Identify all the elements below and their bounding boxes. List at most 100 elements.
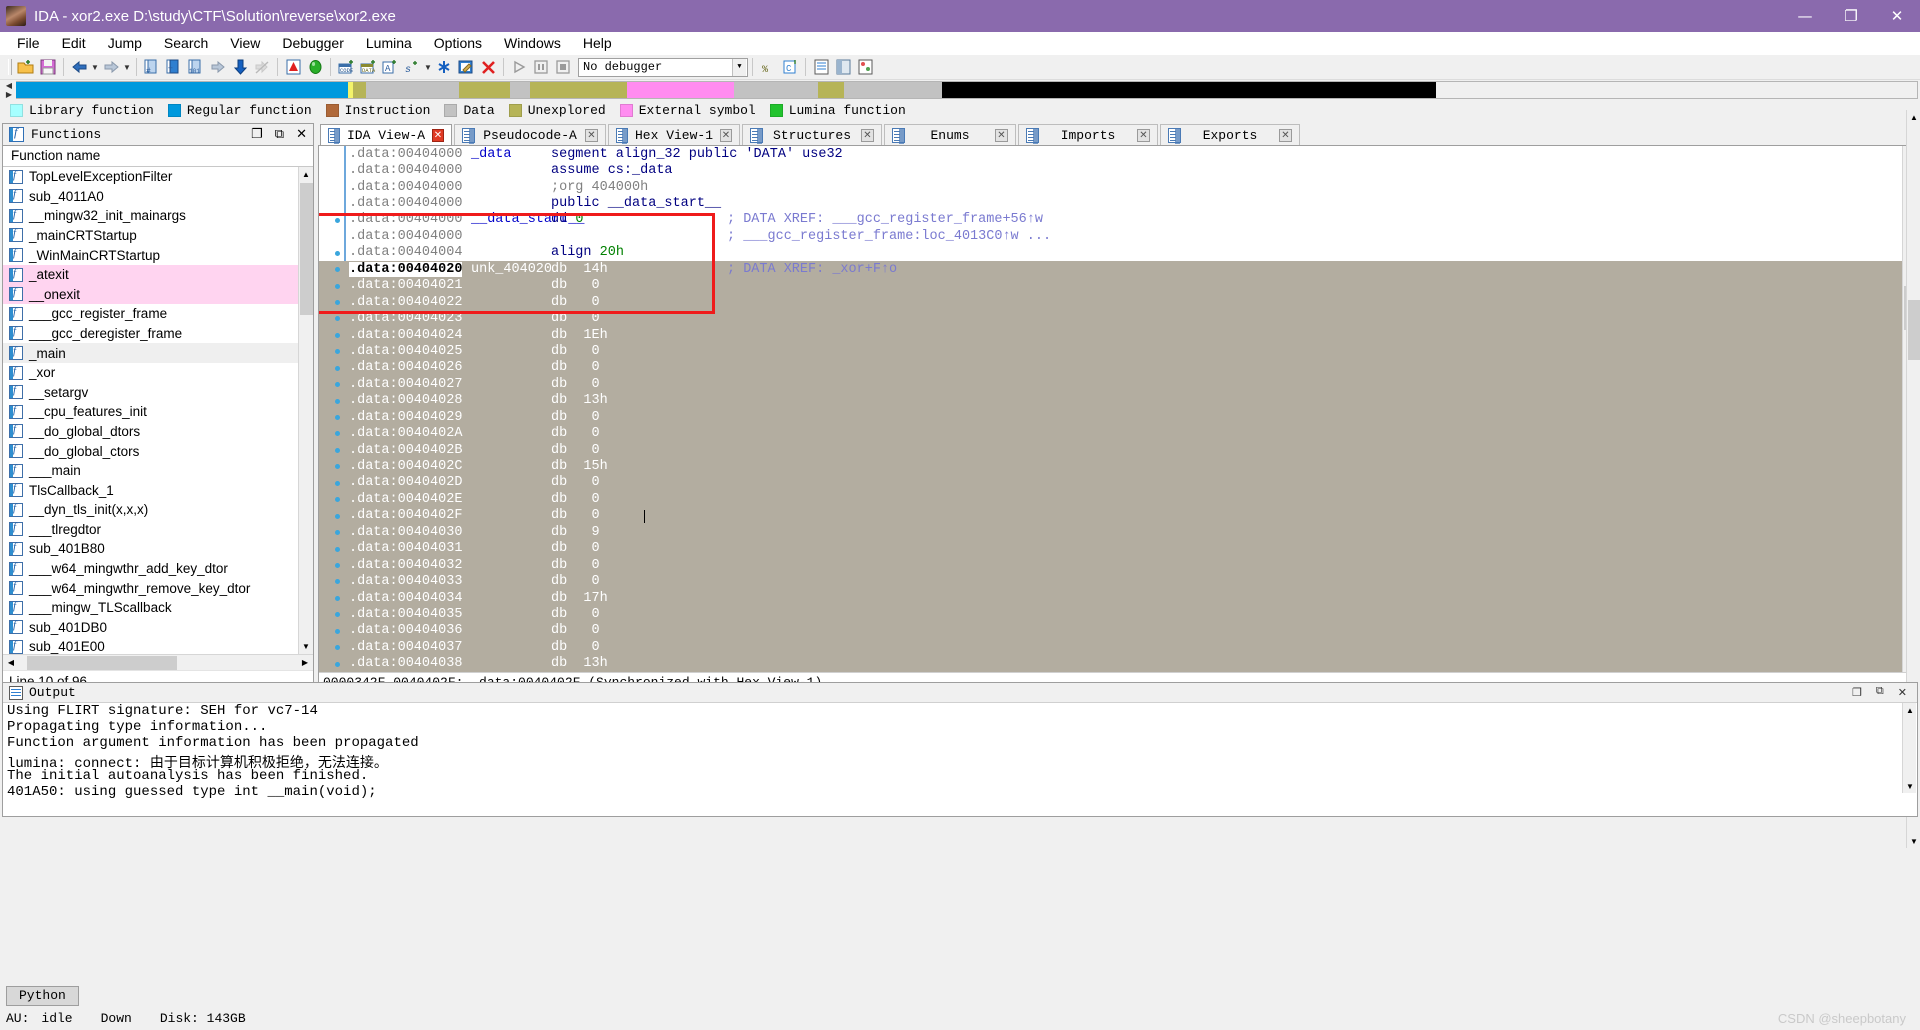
functions-column-header[interactable]: Function name <box>3 146 313 167</box>
nav-segment-external-symbol[interactable] <box>627 82 734 98</box>
scroll-thumb[interactable] <box>1908 300 1920 360</box>
disassembly-line[interactable]: .data:00404035 db 0 <box>319 606 1917 623</box>
menu-file[interactable]: File <box>6 33 51 53</box>
disassembly-line[interactable]: .data:00404037 db 0 <box>319 639 1917 656</box>
disassembly-line[interactable]: .data:00404004 align 20h <box>319 245 1917 261</box>
open-file-icon[interactable] <box>15 57 37 78</box>
close-button[interactable]: ✕ <box>1874 0 1920 32</box>
scroll-thumb[interactable] <box>299 182 313 315</box>
nav-segment-data[interactable] <box>510 82 530 98</box>
menu-search[interactable]: Search <box>153 33 219 53</box>
scroll-up-icon[interactable]: ▲ <box>298 166 313 182</box>
disassembly-line[interactable]: .data:00404024 db 1Eh <box>319 326 1917 344</box>
function-list-item[interactable]: ___tlregdtor <box>3 520 298 540</box>
jump-down-icon[interactable] <box>229 57 251 78</box>
output-close-icon[interactable]: ✕ <box>1898 686 1907 700</box>
delete-icon[interactable] <box>477 57 499 78</box>
struct-dropdown-icon[interactable]: ▼ <box>423 57 433 78</box>
tab-close-icon[interactable]: ✕ <box>432 128 444 142</box>
make-code-icon[interactable]: CODE <box>335 57 357 78</box>
disassembly-line[interactable]: .data:00404026 db 0 <box>319 359 1917 377</box>
navigator-band[interactable]: ◀ ▶ <box>0 80 1920 100</box>
disassembly-line[interactable]: .data:00404000 ; ___gcc_register_frame:lo… <box>319 228 1917 244</box>
forward-arrow-icon[interactable] <box>100 57 122 78</box>
tab-close-icon[interactable]: ✕ <box>995 128 1008 142</box>
green-circle-icon[interactable] <box>304 57 326 78</box>
nav-right-icon[interactable]: ▶ <box>6 90 12 99</box>
disassembly-line[interactable]: .data:00404020 unk_404020 db 14h ; DATA XRE… <box>319 261 1917 278</box>
disassembly-line[interactable]: .data:00404000 ;org 404000h <box>319 179 1917 195</box>
function-list-item[interactable]: sub_4011A0 <box>3 186 298 206</box>
function-list-item[interactable]: _WinMainCRTStartup <box>3 245 298 265</box>
nav-segment-unexplored[interactable] <box>530 82 627 98</box>
tab-close-icon[interactable]: ✕ <box>585 128 598 142</box>
function-list-item[interactable]: __cpu_features_init <box>3 402 298 422</box>
function-list-item[interactable]: ___w64_mingwthr_add_key_dtor <box>3 559 298 579</box>
disassembly-line[interactable]: .data:0040402D db 0 <box>319 474 1917 492</box>
nav-segment-unexplored[interactable] <box>818 82 844 98</box>
menu-windows[interactable]: Windows <box>493 33 572 53</box>
back-dropdown-icon[interactable]: ▼ <box>90 57 100 78</box>
function-list-item[interactable]: __dyn_tls_init(x,x,x) <box>3 500 298 520</box>
menu-help[interactable]: Help <box>572 33 623 53</box>
tab-python[interactable]: Python <box>6 986 79 1006</box>
menu-options[interactable]: Options <box>423 33 493 53</box>
hscroll-track[interactable] <box>19 655 297 670</box>
scroll-up-icon[interactable]: ▲ <box>1907 110 1920 124</box>
jump-xref-icon[interactable] <box>207 57 229 78</box>
disassembly-line[interactable]: .data:00404030 db 9 <box>319 524 1917 541</box>
nav-segment-data[interactable] <box>734 82 818 98</box>
navigator-arrows[interactable]: ◀ ▶ <box>2 80 16 100</box>
function-list-item[interactable]: ___w64_mingwthr_remove_key_dtor <box>3 578 298 598</box>
disassembly-line[interactable]: .data:0040402A db 0 <box>319 425 1917 442</box>
nav-segment-unexplored-black[interactable] <box>942 82 1436 98</box>
tab-close-icon[interactable]: ✕ <box>861 128 874 142</box>
panel-restore-icon[interactable]: ❐ <box>251 127 263 142</box>
search-sequence-icon[interactable]: 101 <box>185 57 207 78</box>
toolbar-grip[interactable] <box>7 58 12 76</box>
function-list-item[interactable]: ___gcc_deregister_frame <box>3 324 298 344</box>
disassembly-line[interactable]: .data:00404021 db 0 <box>319 277 1917 294</box>
hscroll-thumb[interactable] <box>27 655 177 670</box>
disassembly-line[interactable]: .data:00404023 db 0 <box>319 310 1917 327</box>
nav-segment-unexplored[interactable] <box>459 82 510 98</box>
nav-segment-data[interactable] <box>844 82 942 98</box>
disassembly-line[interactable]: .data:00404032 db 0 <box>319 556 1917 574</box>
disassembly-line[interactable]: .data:00404000 assume cs:_data <box>319 162 1917 178</box>
navigator-strip[interactable] <box>16 81 1918 99</box>
output-log[interactable]: Using FLIRT signature: SEH for vc7-14 Pro… <box>3 703 1917 816</box>
undefine-icon[interactable] <box>433 57 455 78</box>
function-list-item[interactable]: TopLevelExceptionFilter <box>3 167 298 187</box>
functions-horizontal-scrollbar[interactable]: ◀ ▶ <box>3 654 313 671</box>
disassembly-line[interactable]: .data:00404031 db 0 <box>319 540 1917 557</box>
function-list-item[interactable]: TlsCallback_1 <box>3 480 298 500</box>
comment-icon[interactable]: % <box>757 57 779 78</box>
disassembly-line[interactable]: .data:0040402E db 0 <box>319 491 1917 508</box>
dock-icon[interactable] <box>832 57 854 78</box>
disassembly-line[interactable]: .data:00404000 __data_start__ dd 0; DATA X… <box>319 212 1917 228</box>
menu-lumina[interactable]: Lumina <box>355 33 423 53</box>
disassembly-line[interactable]: .data:00404022 db 0 <box>319 293 1917 311</box>
function-list-item[interactable]: ___mingw_TLScallback <box>3 598 298 618</box>
menu-view[interactable]: View <box>219 33 271 53</box>
tab-close-icon[interactable]: ✕ <box>720 128 732 142</box>
debugger-select[interactable]: No debugger ▼ <box>578 57 748 77</box>
tab-exports[interactable]: Exports ✕ <box>1160 124 1300 145</box>
output-float-icon[interactable]: ⧉ <box>1876 686 1884 700</box>
nav-segment-regular-function[interactable] <box>16 82 348 98</box>
scroll-down-icon[interactable]: ▼ <box>298 639 313 655</box>
search-name-icon[interactable]: # <box>141 57 163 78</box>
disassembly-line[interactable]: .data:00404025 db 0 <box>319 343 1917 360</box>
xref-graph-icon[interactable] <box>854 57 876 78</box>
back-arrow-icon[interactable] <box>68 57 90 78</box>
function-list-item[interactable]: sub_401DB0 <box>3 618 298 638</box>
rename-icon[interactable]: C <box>779 57 801 78</box>
function-list-item[interactable]: _main <box>3 343 298 363</box>
make-data-icon[interactable]: DATA <box>357 57 379 78</box>
tab-pseudocode-a[interactable]: Pseudocode-A ✕ <box>454 124 606 145</box>
menu-jump[interactable]: Jump <box>97 33 153 53</box>
function-list-item[interactable]: sub_401E00 <box>3 637 298 654</box>
output-restore-icon[interactable]: ❐ <box>1852 686 1862 700</box>
disassembly-line[interactable]: .data:00404000 public __data_start__ <box>319 195 1917 211</box>
functions-list[interactable]: TopLevelExceptionFilter sub_4011A0 __mingw… <box>3 167 298 654</box>
